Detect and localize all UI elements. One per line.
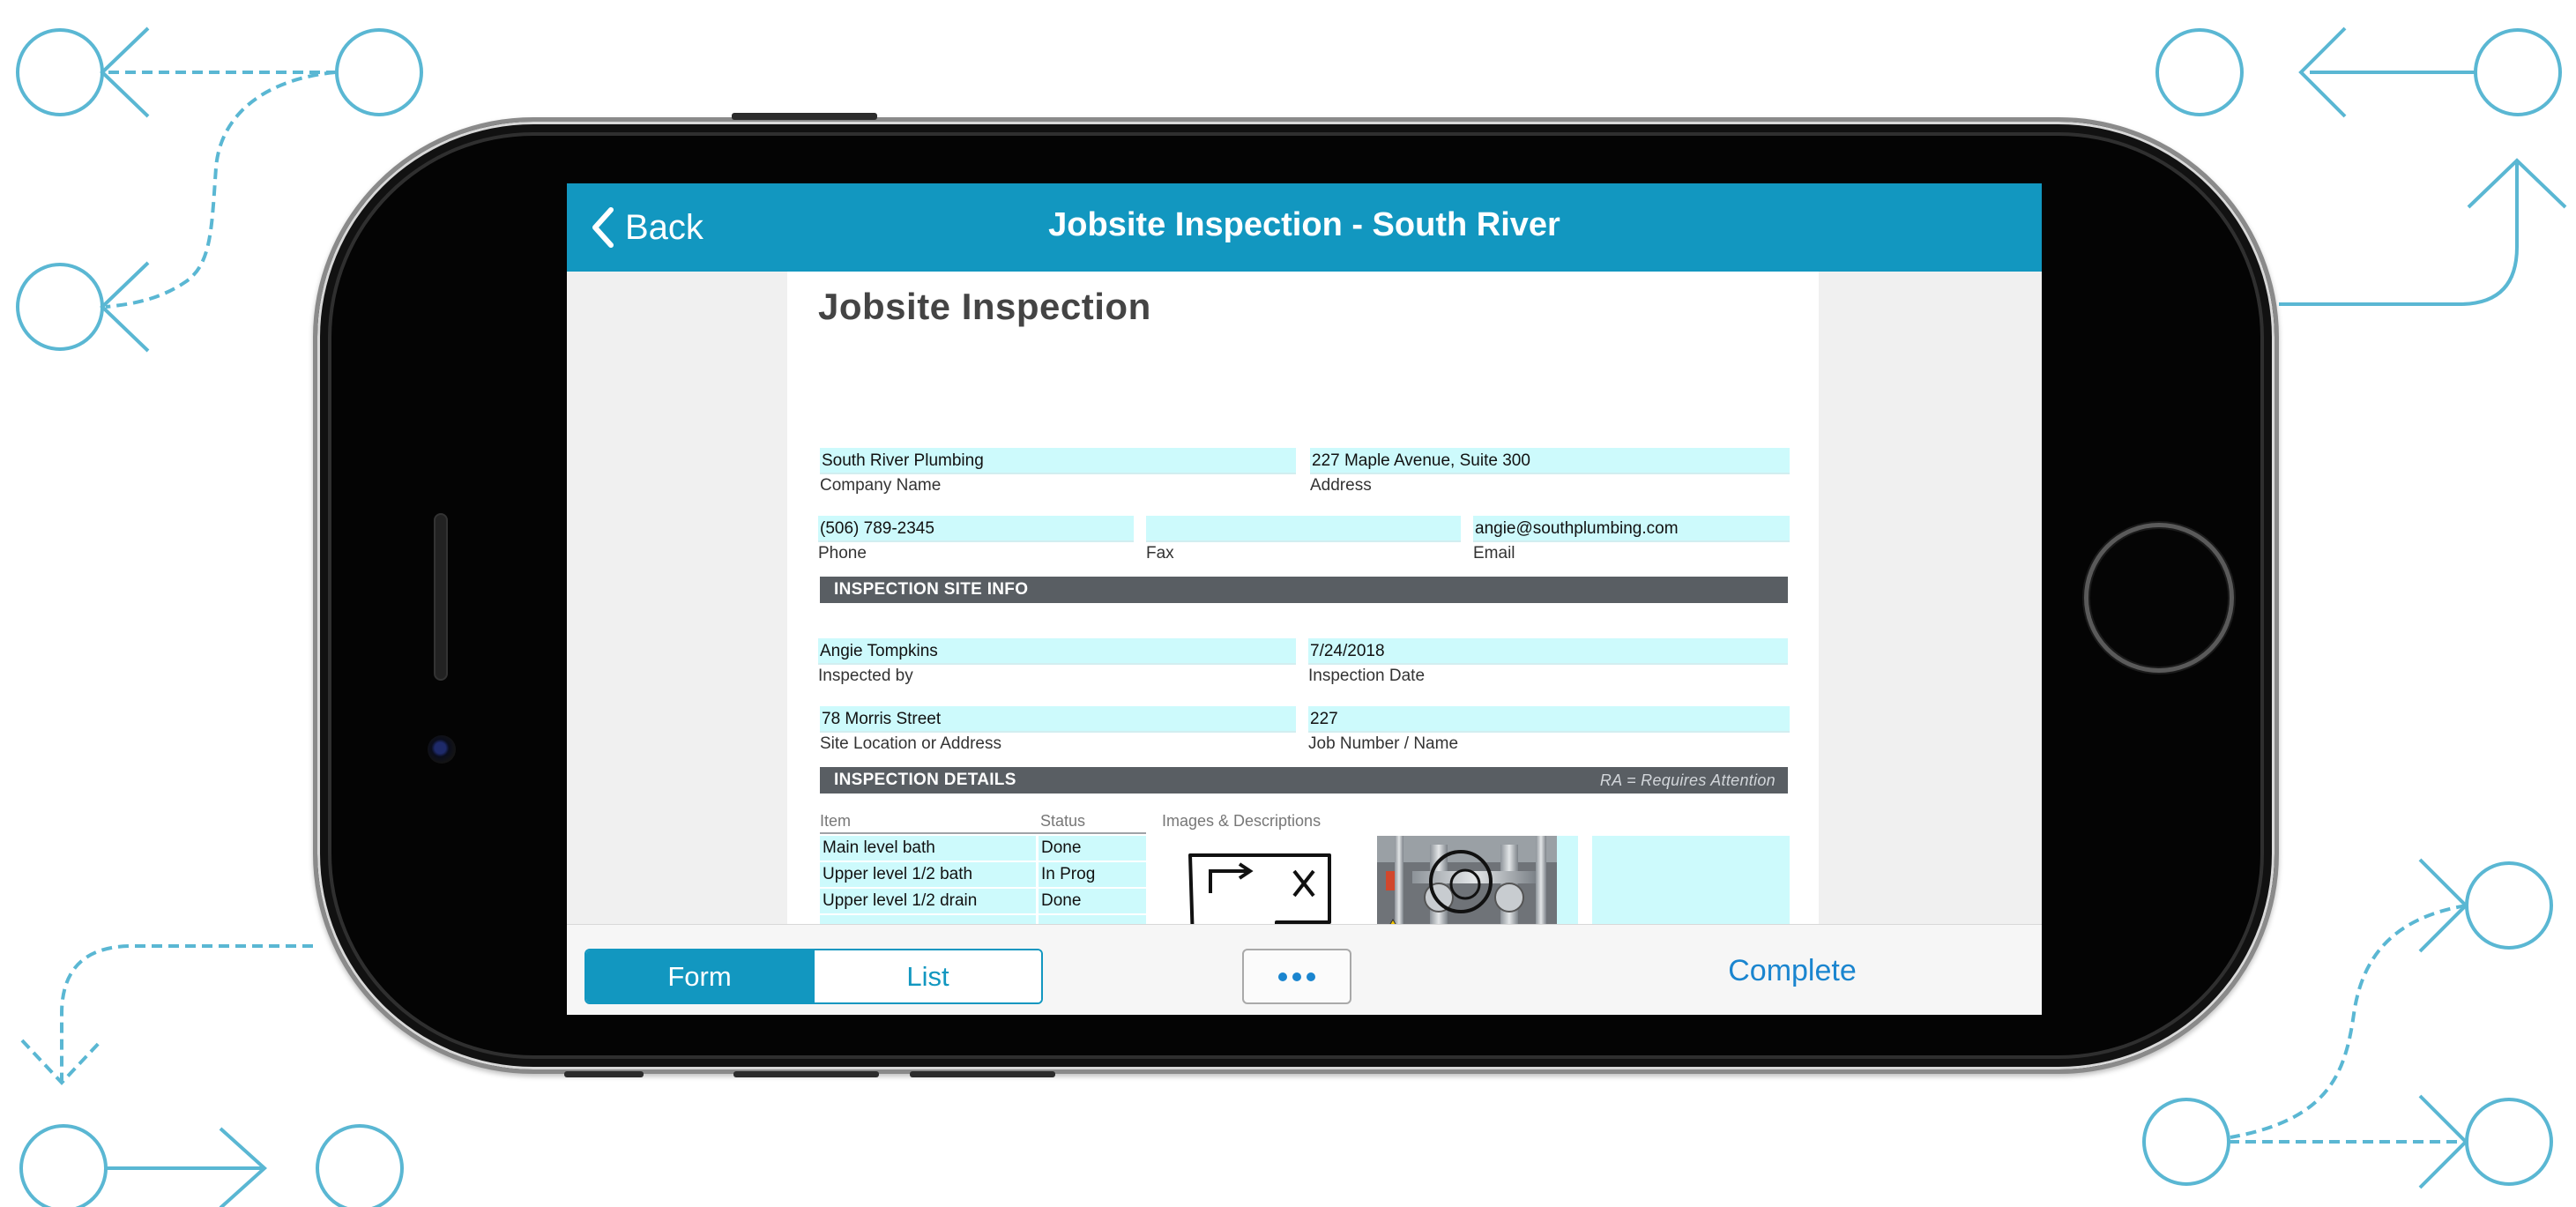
requires-attention-note: RA = Requires Attention bbox=[1599, 771, 1776, 789]
phone-value[interactable]: (506) 789-2345 bbox=[818, 516, 1134, 542]
volume-button-bottom-1 bbox=[564, 1071, 644, 1077]
front-camera bbox=[428, 735, 456, 764]
inspected-by-field[interactable]: Angie Tompkins Inspected by bbox=[818, 638, 1296, 686]
table-header-divider bbox=[820, 832, 1146, 834]
inspection-table-empty-rows bbox=[820, 915, 1146, 924]
site-location-label: Site Location or Address bbox=[820, 734, 1001, 753]
site-location-value[interactable]: 78 Morris Street bbox=[820, 706, 1296, 733]
company-name-label: Company Name bbox=[820, 476, 942, 495]
status-column-header: Status bbox=[1040, 812, 1086, 830]
inspection-date-value[interactable]: 7/24/2018 bbox=[1308, 638, 1788, 665]
table-cell-status[interactable]: Done bbox=[1039, 889, 1146, 913]
email-field[interactable]: angie@southplumbing.com Email bbox=[1473, 516, 1790, 563]
deco-bottom-left bbox=[19, 944, 404, 1207]
list-tab[interactable]: List bbox=[813, 950, 1041, 1002]
image-slot-1[interactable] bbox=[1162, 836, 1363, 924]
table-cell-item[interactable]: Upper level 1/2 drain bbox=[820, 889, 1036, 913]
job-number-field[interactable]: 227 Job Number / Name bbox=[1308, 706, 1790, 754]
document-title: Jobsite Inspection bbox=[818, 286, 1151, 327]
page-title: Jobsite Inspection - South River bbox=[1048, 206, 1560, 243]
site-location-field[interactable]: 78 Morris Street Site Location or Addres… bbox=[820, 706, 1296, 754]
home-button[interactable] bbox=[2084, 523, 2234, 673]
table-cell-status[interactable]: Done bbox=[1039, 836, 1146, 861]
table-cell-item[interactable]: Upper level 1/2 bath bbox=[820, 862, 1036, 887]
image-slot-3[interactable] bbox=[1592, 836, 1790, 924]
form-tab[interactable]: Form bbox=[586, 950, 813, 1002]
bottom-toolbar: Form List Complete bbox=[567, 924, 2042, 1015]
volume-button-top bbox=[732, 113, 877, 120]
company-name-value[interactable]: South River Plumbing bbox=[820, 448, 1296, 474]
company-name-field[interactable]: South River Plumbing Company Name bbox=[820, 448, 1296, 495]
more-ellipsis-icon bbox=[1278, 972, 1315, 981]
item-column-header: Item bbox=[820, 812, 852, 830]
inspection-details-section-header: INSPECTION DETAILS RA = Requires Attenti… bbox=[820, 767, 1788, 793]
address-label: Address bbox=[1310, 476, 1372, 495]
table-cell-item[interactable] bbox=[820, 915, 1036, 924]
email-value[interactable]: angie@southplumbing.com bbox=[1473, 516, 1790, 542]
inspection-date-label: Inspection Date bbox=[1308, 667, 1426, 685]
volume-button-bottom-3 bbox=[910, 1071, 1055, 1077]
phone-label: Phone bbox=[818, 544, 867, 563]
fax-label: Fax bbox=[1146, 544, 1174, 563]
form-document: Jobsite Inspection South River Plumbing … bbox=[787, 272, 1819, 924]
table-row[interactable] bbox=[820, 915, 1146, 924]
job-number-value[interactable]: 227 bbox=[1308, 706, 1790, 733]
inspected-by-label: Inspected by bbox=[818, 667, 913, 685]
view-segmented-control: Form List bbox=[584, 949, 1043, 1004]
inspection-table: Main level bath Done Upper level 1/2 bat… bbox=[820, 836, 1146, 924]
sketch-image bbox=[1162, 836, 1363, 924]
complete-button[interactable]: Complete bbox=[1713, 954, 1872, 998]
app-screen: Back Jobsite Inspection - South River Jo… bbox=[567, 183, 2042, 1015]
job-number-label: Job Number / Name bbox=[1308, 734, 1459, 753]
address-value[interactable]: 227 Maple Avenue, Suite 300 bbox=[1310, 448, 1790, 474]
image-slot-2[interactable] bbox=[1377, 836, 1578, 924]
site-info-section-header: INSPECTION SITE INFO bbox=[820, 577, 1788, 603]
more-options-button[interactable] bbox=[1242, 949, 1351, 1004]
table-cell-status[interactable]: In Prog bbox=[1039, 862, 1146, 887]
form-scroll-area[interactable]: Jobsite Inspection South River Plumbing … bbox=[567, 272, 2042, 924]
fax-field[interactable]: Fax bbox=[1146, 516, 1461, 563]
inspection-date-field[interactable]: 7/24/2018 Inspection Date bbox=[1308, 638, 1788, 686]
navigation-bar: Back Jobsite Inspection - South River bbox=[567, 183, 2042, 272]
volume-button-bottom-2 bbox=[733, 1071, 879, 1077]
details-header-text: INSPECTION DETAILS bbox=[834, 771, 1016, 789]
phone-field[interactable]: (506) 789-2345 Phone bbox=[818, 516, 1134, 563]
table-row[interactable]: Upper level 1/2 drain Done bbox=[820, 889, 1146, 915]
email-label: Email bbox=[1473, 544, 1515, 563]
table-row[interactable]: Upper level 1/2 bath In Prog bbox=[820, 862, 1146, 889]
site-info-header-text: INSPECTION SITE INFO bbox=[834, 580, 1029, 599]
address-field[interactable]: 227 Maple Avenue, Suite 300 Address bbox=[1310, 448, 1790, 495]
fax-value[interactable] bbox=[1146, 516, 1461, 542]
table-cell-status[interactable] bbox=[1039, 915, 1146, 924]
machinery-photo bbox=[1377, 836, 1578, 924]
earpiece-speaker bbox=[434, 513, 448, 681]
images-column-header: Images & Descriptions bbox=[1162, 812, 1322, 830]
inspected-by-value[interactable]: Angie Tompkins bbox=[818, 638, 1296, 665]
table-cell-item[interactable]: Main level bath bbox=[820, 836, 1036, 861]
table-row[interactable]: Main level bath Done bbox=[820, 836, 1146, 862]
